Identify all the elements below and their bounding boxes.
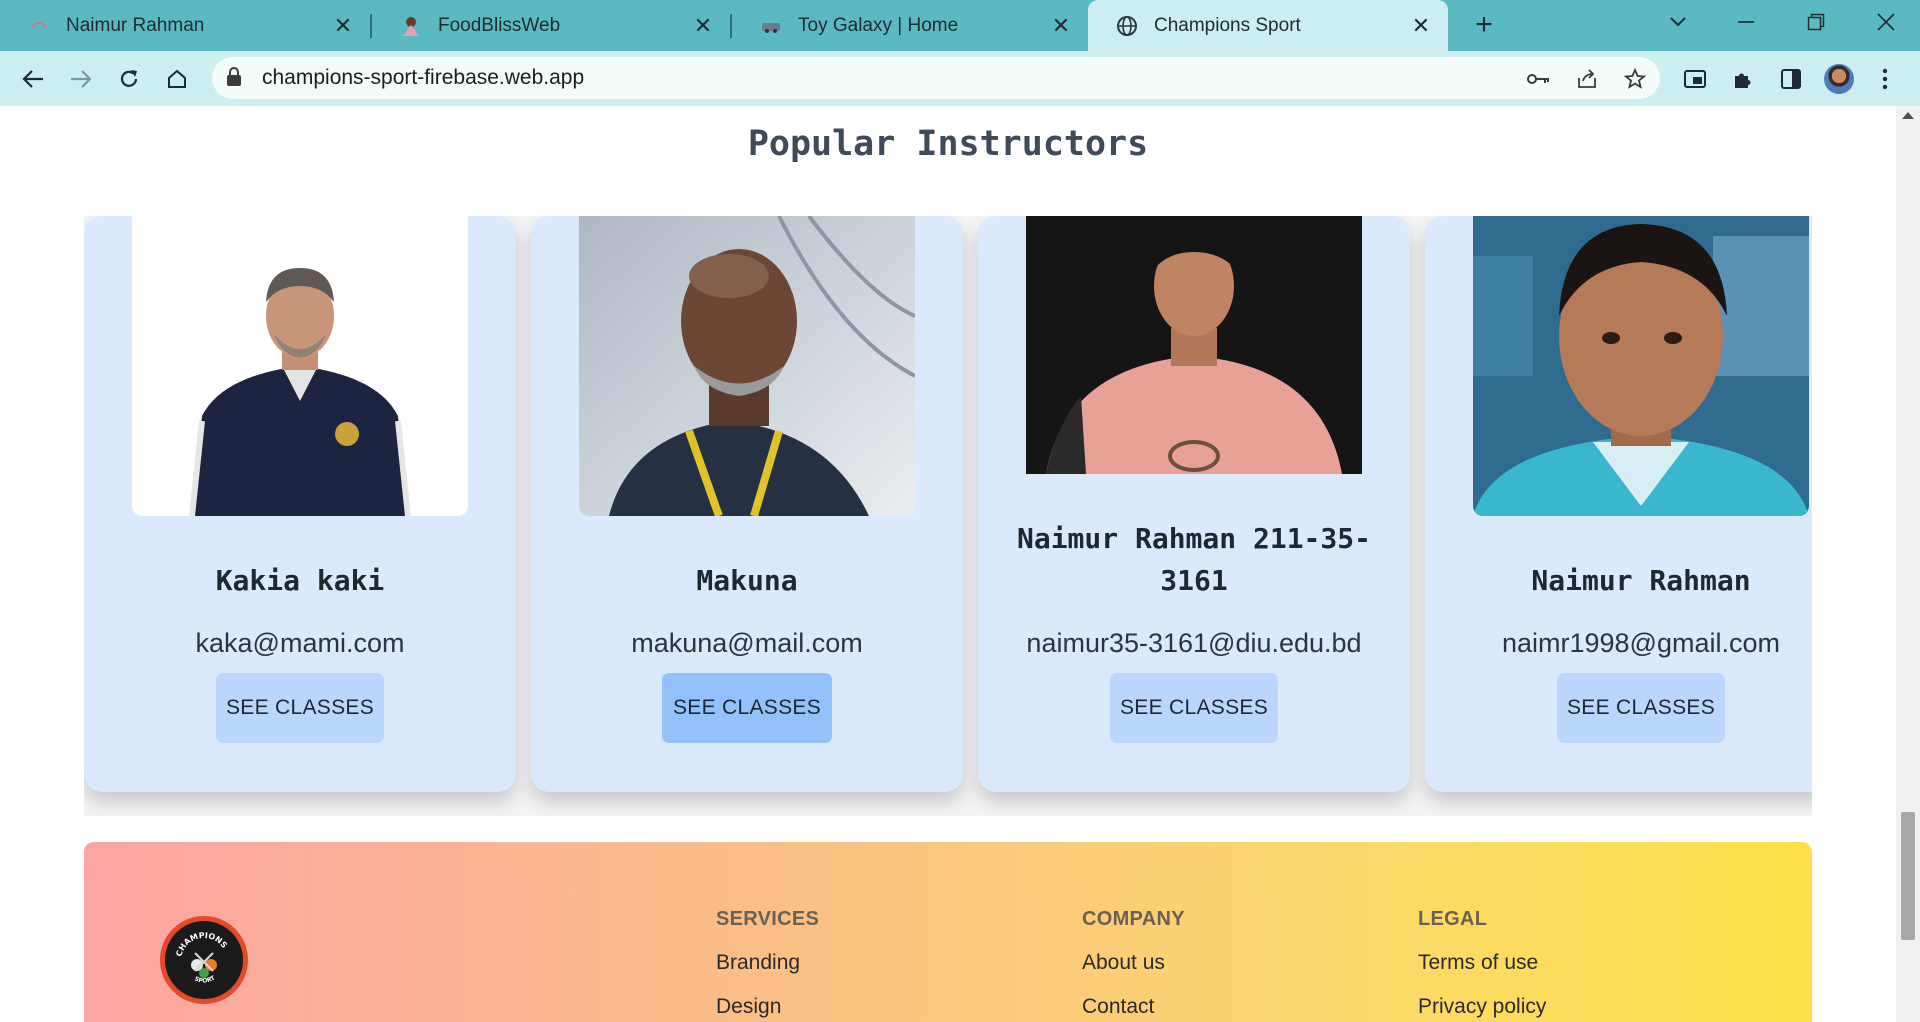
footer-heading: SERVICES	[716, 908, 820, 930]
instructor-name: Kakia kaki	[215, 564, 385, 597]
see-classes-button[interactable]: SEE CLASSES	[662, 673, 832, 743]
scrollbar-thumb[interactable]	[1901, 812, 1915, 940]
footer-column-services: SERVICES Branding Design	[716, 908, 819, 1019]
instructor-card: Makuna makuna@mail.com SEE CLASSES	[531, 216, 963, 792]
key-icon[interactable]	[1526, 66, 1552, 92]
footer-link-privacy-policy[interactable]: Privacy policy	[1418, 995, 1546, 1019]
side-panel-icon[interactable]	[1776, 64, 1806, 94]
page-scrollbar[interactable]	[1896, 106, 1920, 1022]
home-icon[interactable]	[158, 60, 196, 98]
tab-close-icon[interactable]: ✕	[1408, 13, 1434, 39]
footer-link-terms-of-use[interactable]: Terms of use	[1418, 951, 1546, 975]
instructor-photo	[1026, 216, 1362, 474]
champions-sport-logo[interactable]: CHAMPIONS SPORT	[160, 916, 248, 1004]
tab-title: Toy Galaxy | Home	[798, 14, 959, 36]
see-classes-button[interactable]: SEE CLASSES	[1557, 673, 1725, 743]
new-tab-plus-icon[interactable]: +	[1466, 8, 1502, 44]
share-icon[interactable]	[1574, 66, 1600, 92]
tab-close-icon[interactable]: ✕	[690, 13, 716, 39]
footer-link-about-us[interactable]: About us	[1082, 951, 1185, 975]
instructor-photo	[579, 216, 915, 516]
tab-strip: Naimur Rahman ✕ FoodBlissWeb ✕ Toy Galax…	[0, 0, 1920, 51]
instructor-card: Naimur Rahman naimr1998@gmail.com SEE CL…	[1425, 216, 1812, 792]
page-viewport: Popular Instructors Kakia kaki kaka@mami…	[0, 106, 1896, 1022]
picture-in-picture-icon[interactable]	[1680, 64, 1710, 94]
foodbliss-favicon-icon	[400, 15, 422, 37]
svg-text:CHAMPIONS: CHAMPIONS	[174, 931, 229, 958]
instructor-carousel[interactable]: Kakia kaki kaka@mami.com SEE CLASSES Mak…	[84, 216, 1812, 816]
site-footer: CHAMPIONS SPORT SERVICES Branding Design…	[84, 842, 1812, 1022]
see-classes-button[interactable]: SEE CLASSES	[1110, 673, 1278, 743]
url-text[interactable]: champions-sport-firebase.web.app	[262, 66, 584, 90]
instructor-email: naimr1998@gmail.com	[1501, 628, 1780, 658]
tab-foodblissweb[interactable]: FoodBlissWeb ✕	[372, 0, 730, 51]
tab-title: Naimur Rahman	[66, 14, 205, 36]
instructor-email: kaka@mami.com	[195, 628, 405, 658]
see-classes-button[interactable]: SEE CLASSES	[216, 673, 384, 743]
forward-arrow-icon[interactable]	[62, 60, 100, 98]
scroll-up-arrow-icon[interactable]	[1902, 112, 1914, 119]
footer-heading: LEGAL	[1418, 908, 1488, 930]
section-title: Popular Instructors	[747, 124, 1149, 164]
instructor-name: Naimur Rahman	[1531, 564, 1751, 597]
footer-link-design[interactable]: Design	[716, 995, 819, 1019]
more-menu-icon[interactable]	[1870, 64, 1900, 94]
avatar	[1824, 64, 1854, 94]
restore-icon[interactable]	[1786, 0, 1846, 44]
instructor-photo	[132, 216, 468, 516]
reload-icon[interactable]	[110, 60, 148, 98]
toy-galaxy-favicon-icon	[760, 15, 782, 37]
profile-avatar[interactable]	[1824, 64, 1854, 94]
tab-close-icon[interactable]: ✕	[1048, 13, 1074, 39]
tab-close-icon[interactable]: ✕	[330, 13, 356, 39]
tab-toy-galaxy[interactable]: Toy Galaxy | Home ✕	[732, 0, 1088, 51]
instructor-name: Naimur Rahman 211-35-3161	[1016, 522, 1371, 597]
site-favicon-icon	[28, 15, 50, 37]
tab-search-chevron-icon[interactable]	[1648, 0, 1708, 44]
instructor-photo	[1473, 216, 1809, 516]
close-window-icon[interactable]	[1856, 0, 1916, 44]
back-arrow-icon[interactable]	[14, 60, 52, 98]
logo-emblem: CHAMPIONS SPORT	[165, 921, 243, 999]
tab-champions-sport[interactable]: Champions Sport ✕	[1088, 0, 1448, 51]
instructor-email: makuna@mail.com	[631, 628, 863, 658]
lock-icon[interactable]	[226, 67, 242, 92]
footer-heading: COMPANY	[1082, 908, 1185, 930]
footer-link-branding[interactable]: Branding	[716, 951, 819, 975]
extensions-puzzle-icon[interactable]	[1728, 64, 1758, 94]
globe-icon	[1116, 15, 1138, 37]
footer-link-contact[interactable]: Contact	[1082, 995, 1185, 1019]
bookmark-star-icon[interactable]	[1622, 66, 1648, 92]
minimize-icon[interactable]	[1716, 0, 1776, 44]
instructor-email: naimur35-3161@diu.edu.bd	[1026, 628, 1362, 658]
footer-column-company: COMPANY About us Contact	[1082, 908, 1185, 1019]
footer-column-legal: LEGAL Terms of use Privacy policy	[1418, 908, 1546, 1019]
instructor-name: Makuna	[696, 564, 798, 597]
tab-title: FoodBlissWeb	[438, 14, 561, 36]
instructor-card: Naimur Rahman 211-35-3161 naimur35-3161@…	[978, 216, 1410, 792]
tab-naimur-rahman[interactable]: Naimur Rahman ✕	[0, 0, 370, 51]
tab-title: Champions Sport	[1154, 14, 1301, 36]
instructor-card: Kakia kaki kaka@mami.com SEE CLASSES	[84, 216, 516, 792]
